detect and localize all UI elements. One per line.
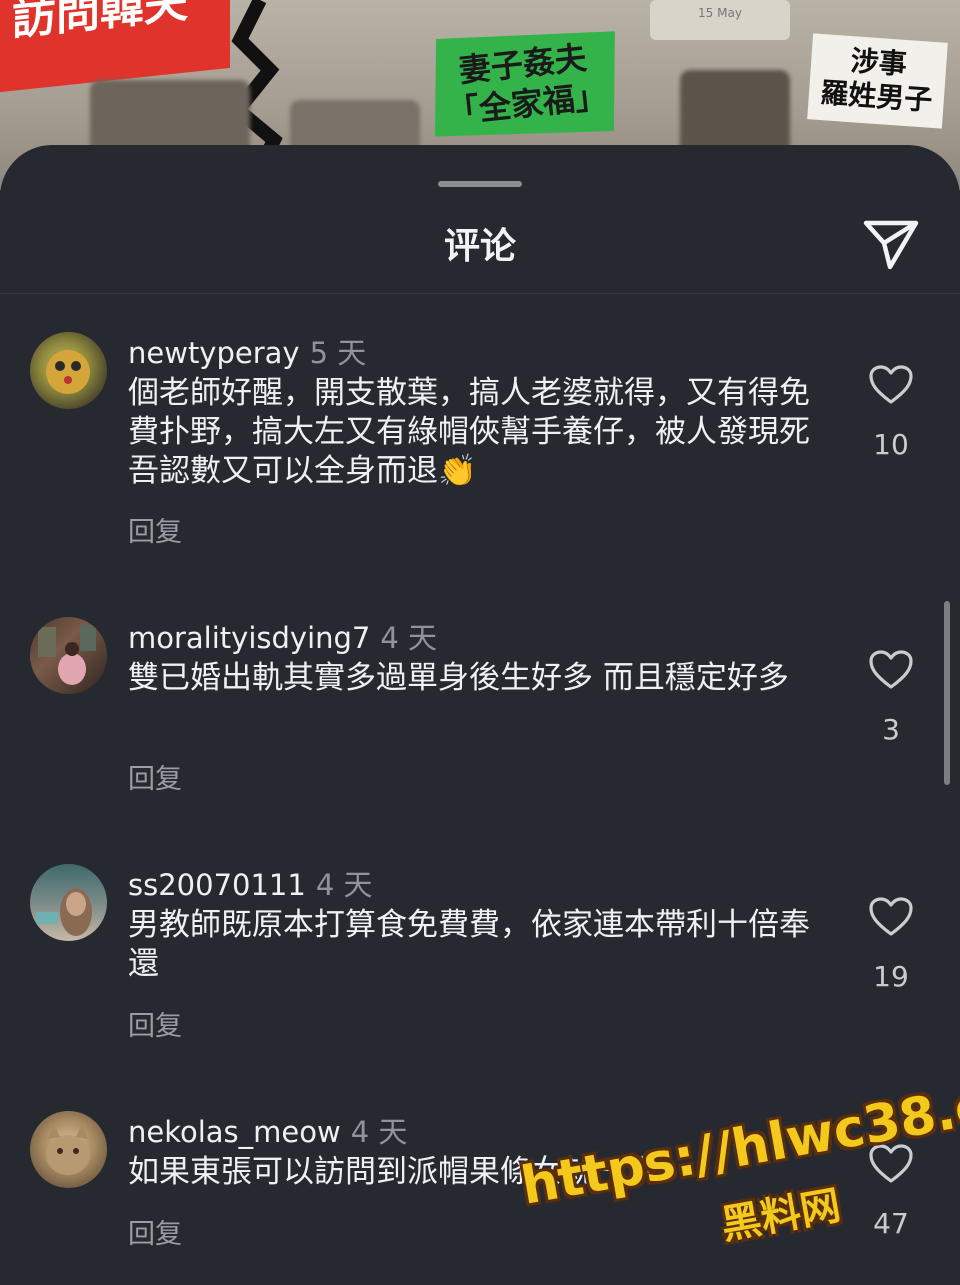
avatar[interactable] [30,1111,107,1188]
comment-time: 5 天 [309,336,367,370]
comment-text: 個老師好醒，開支散葉，搞人老婆就得，又有得免費扑野，搞大左又有綠帽俠幫手養仔，被… [128,375,810,489]
username[interactable]: nekolas_meow [128,1115,341,1149]
sheet-title: 评论 [443,226,516,267]
avatar[interactable] [30,332,107,409]
comment-header: nekolas_meow 4 天 [128,1109,407,1151]
comment-text: 男教師既原本打算食免費費，依家連本帶利十倍奉還 [128,907,810,982]
like-count: 10 [873,428,909,461]
reply-button[interactable]: 回复 [128,510,182,549]
reply-button[interactable]: 回复 [128,1212,182,1251]
phone-date-text: 15 May [698,6,742,20]
comment-time: 4 天 [380,621,438,655]
video-caption-badge-center: 妻子姦夫 「全家福」 [425,20,625,149]
avatar[interactable] [30,617,107,694]
video-caption-tag-right: 涉事 羅姓男子 [807,33,948,129]
sheet-drag-handle[interactable] [438,181,522,187]
comment-time: 4 天 [350,1115,408,1149]
username[interactable]: ss20070111 [128,868,306,902]
reply-button[interactable]: 回复 [128,1004,182,1043]
heart-icon[interactable] [868,896,914,938]
heart-icon[interactable] [868,649,914,691]
scrollbar[interactable] [944,601,950,785]
comment-header: newtyperay 5 天 [128,330,366,372]
like-count: 19 [873,960,909,993]
reply-button[interactable]: 回复 [128,757,182,796]
username[interactable]: newtyperay [128,336,300,370]
comment-text: 雙已婚出軌其實多過單身後生好多 而且穩定好多 [128,660,789,696]
video-caption-badge-left: 訪問韓夫 [0,0,230,93]
sheet-header-divider [0,293,960,294]
comment-header: moralityisdying7 4 天 [128,615,437,657]
username[interactable]: moralityisdying7 [128,621,370,655]
phone-screen-graphic: 15 May [650,0,790,40]
comment-header: ss20070111 4 天 [128,862,373,904]
send-icon[interactable] [862,217,920,271]
heart-icon[interactable] [868,364,914,406]
comment-time: 4 天 [315,868,373,902]
like-count: 3 [882,713,900,746]
avatar[interactable] [30,864,107,941]
